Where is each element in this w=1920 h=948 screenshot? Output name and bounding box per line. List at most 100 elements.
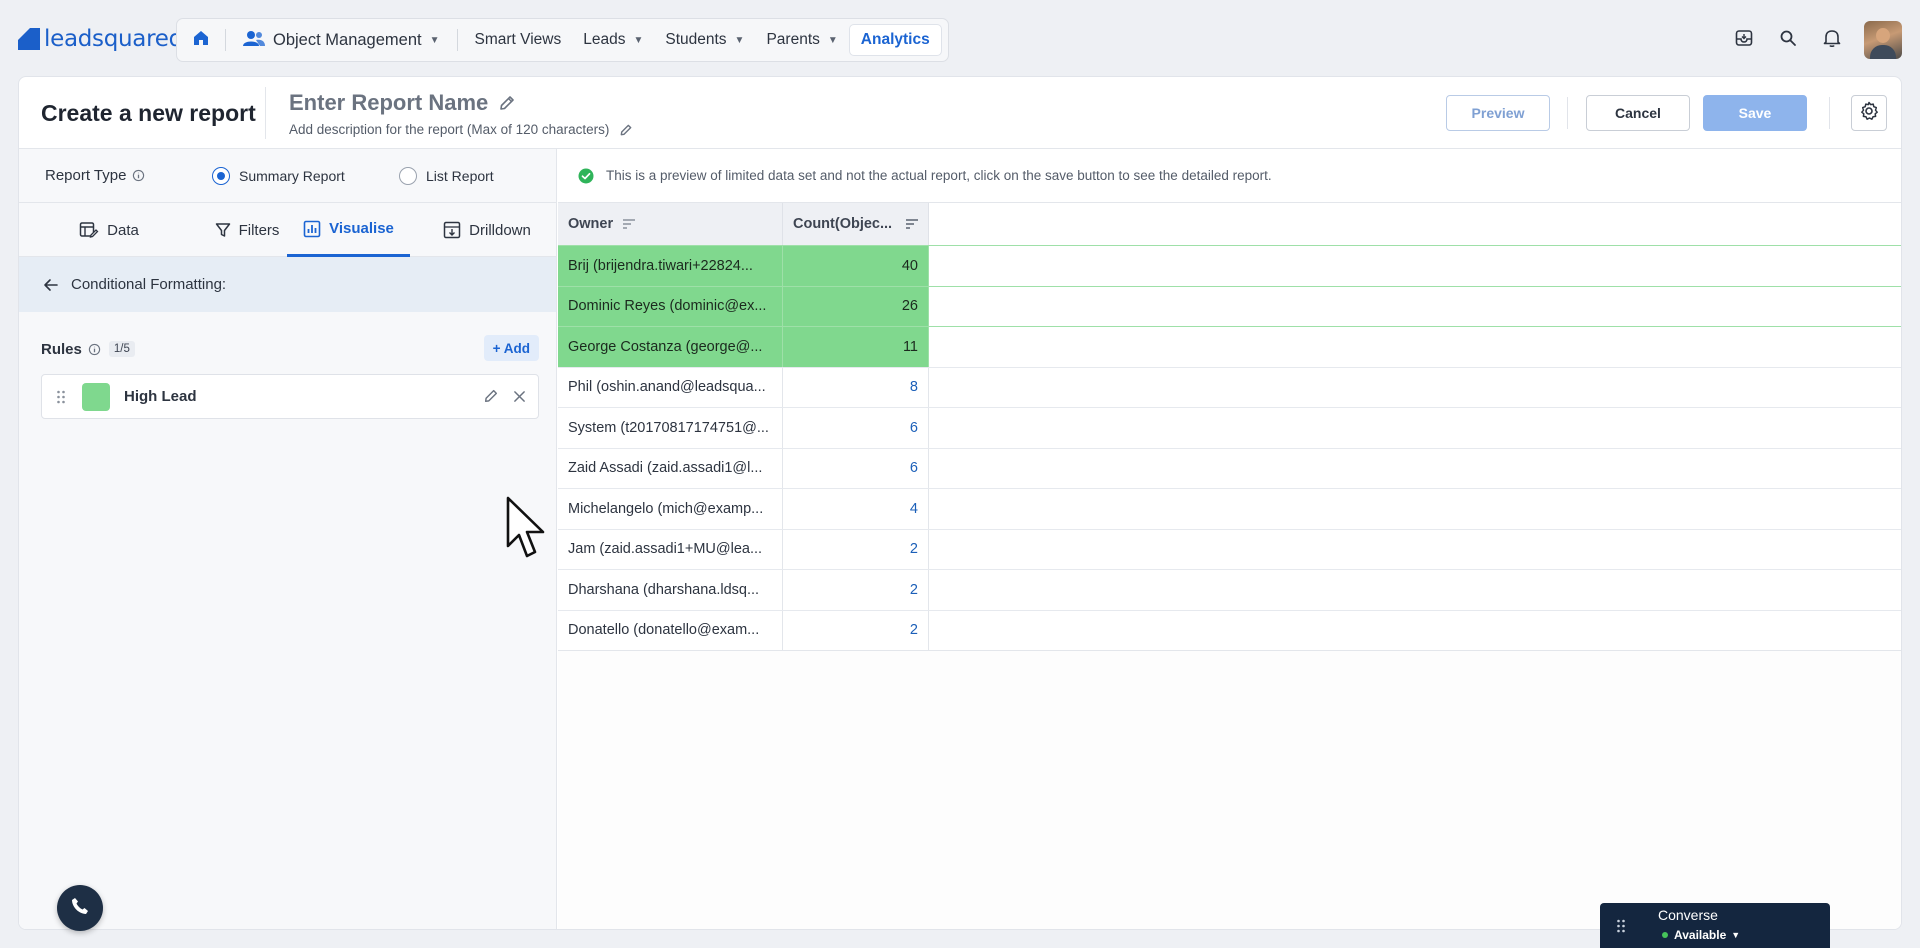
count-cell[interactable]: 6 bbox=[783, 448, 929, 488]
count-cell[interactable]: 8 bbox=[783, 367, 929, 407]
settings-button[interactable] bbox=[1851, 95, 1887, 131]
nav-leads[interactable]: Leads ▼ bbox=[572, 24, 654, 56]
count-cell[interactable]: 26 bbox=[783, 286, 929, 326]
nav-parents[interactable]: Parents ▼ bbox=[755, 24, 848, 56]
tab-drilldown[interactable]: Drilldown bbox=[427, 203, 547, 257]
call-button[interactable] bbox=[57, 885, 103, 931]
report-name-field[interactable]: Enter Report Name bbox=[289, 90, 516, 116]
table-row[interactable]: Donatello (donatello@exam... 2 bbox=[558, 609, 1901, 650]
tab-label: Data bbox=[107, 221, 139, 239]
nav-label: Students bbox=[665, 31, 727, 48]
cancel-button[interactable]: Cancel bbox=[1586, 95, 1690, 131]
rules-count-badge: 1/5 bbox=[108, 341, 135, 357]
chart-icon bbox=[303, 220, 321, 238]
nav-students[interactable]: Students ▼ bbox=[654, 24, 755, 56]
radio-label: Summary Report bbox=[239, 168, 345, 184]
tab-visualise[interactable]: Visualise bbox=[287, 203, 410, 257]
edit-pencil-icon[interactable] bbox=[619, 123, 633, 137]
nav-label: Smart Views bbox=[474, 31, 562, 48]
rules-header: Rules 1/5 + Add bbox=[41, 335, 539, 363]
close-icon[interactable] bbox=[513, 390, 526, 403]
main-nav-bar: Object Management ▼ Smart Views Leads ▼ … bbox=[176, 18, 949, 62]
preview-button[interactable]: Preview bbox=[1446, 95, 1550, 131]
nav-smart-views[interactable]: Smart Views bbox=[464, 24, 573, 56]
column-label: Owner bbox=[568, 216, 614, 232]
owner-cell: Donatello (donatello@exam... bbox=[558, 610, 783, 650]
conditional-formatting-bar: Conditional Formatting: bbox=[19, 257, 556, 312]
list-report-radio[interactable]: List Report bbox=[399, 167, 494, 185]
summary-report-radio[interactable]: Summary Report bbox=[212, 167, 345, 185]
column-header-count[interactable]: Count(Objec... bbox=[783, 203, 929, 245]
table-row[interactable]: System (t20170817174751@... 6 bbox=[558, 407, 1901, 448]
availability-status[interactable]: Available ▼ bbox=[1662, 928, 1740, 942]
converse-widget[interactable]: Converse Available ▼ bbox=[1600, 903, 1830, 948]
inbox-button[interactable] bbox=[1722, 18, 1766, 62]
check-circle-icon bbox=[578, 168, 594, 184]
edit-pencil-icon[interactable] bbox=[483, 388, 499, 404]
inbox-icon bbox=[1734, 28, 1754, 53]
save-button[interactable]: Save bbox=[1703, 95, 1807, 131]
table-body: Brij (brijendra.tiwari+22824... 40 Dominic… bbox=[558, 245, 1901, 650]
chevron-down-icon: ▼ bbox=[429, 34, 440, 46]
edit-pencil-icon[interactable] bbox=[498, 94, 516, 112]
count-cell[interactable]: 2 bbox=[783, 570, 929, 610]
add-rule-button[interactable]: + Add bbox=[483, 335, 539, 361]
rule-item[interactable]: High Lead bbox=[41, 374, 539, 419]
count-cell[interactable]: 4 bbox=[783, 489, 929, 529]
back-arrow-icon[interactable] bbox=[43, 278, 59, 292]
home-button[interactable] bbox=[183, 24, 219, 56]
converse-title: Converse bbox=[1658, 907, 1718, 923]
page-title: Create a new report bbox=[41, 100, 256, 126]
table-row[interactable]: Zaid Assadi (zaid.assadi1@l... 6 bbox=[558, 447, 1901, 488]
tab-data[interactable]: Data bbox=[49, 203, 169, 257]
top-right-actions bbox=[1722, 18, 1920, 62]
count-cell[interactable]: 2 bbox=[783, 529, 929, 569]
preview-panel: This is a preview of limited data set an… bbox=[558, 149, 1901, 929]
mouse-cursor-icon bbox=[506, 496, 548, 567]
drag-handle-icon[interactable] bbox=[56, 389, 66, 405]
logo-text: leadsquared bbox=[44, 26, 183, 52]
info-icon[interactable] bbox=[132, 169, 145, 182]
column-header-owner[interactable]: Owner bbox=[558, 203, 783, 245]
chevron-down-icon: ▼ bbox=[633, 34, 644, 46]
nav-object-management[interactable]: Object Management ▼ bbox=[232, 24, 451, 56]
column-label: Count(Objec... bbox=[793, 216, 893, 232]
table-row[interactable]: Michelangelo (mich@examp... 4 bbox=[558, 488, 1901, 529]
users-icon bbox=[243, 30, 265, 51]
info-icon[interactable] bbox=[88, 343, 101, 356]
drag-handle-icon[interactable] bbox=[1616, 918, 1626, 934]
chevron-down-icon: ▼ bbox=[1731, 930, 1741, 940]
table-row[interactable]: Phil (oshin.anand@leadsqua... 8 bbox=[558, 366, 1901, 407]
leadsquared-logo[interactable]: leadsquared bbox=[18, 26, 183, 52]
radio-unselected-icon bbox=[399, 167, 417, 185]
data-icon bbox=[79, 221, 99, 239]
table-row[interactable]: Dominic Reyes (dominic@ex... 26 bbox=[558, 285, 1901, 326]
report-builder-card: Create a new report Enter Report Name Ad… bbox=[18, 76, 1902, 930]
owner-cell: Dharshana (dharshana.ldsq... bbox=[558, 570, 783, 610]
owner-cell: System (t20170817174751@... bbox=[558, 408, 783, 448]
search-button[interactable] bbox=[1766, 18, 1810, 62]
table-row[interactable]: George Costanza (george@... 11 bbox=[558, 326, 1901, 367]
count-cell[interactable]: 6 bbox=[783, 408, 929, 448]
report-type-row: Report Type Summary Report List Report bbox=[19, 149, 556, 203]
preview-notice: This is a preview of limited data set an… bbox=[558, 149, 1901, 203]
tab-label: Drilldown bbox=[469, 221, 531, 239]
nav-label: Parents bbox=[766, 31, 820, 48]
filter-icon bbox=[215, 222, 231, 238]
sort-icon[interactable] bbox=[905, 218, 919, 230]
notice-text: This is a preview of limited data set an… bbox=[606, 168, 1272, 183]
nav-label: Analytics bbox=[860, 31, 930, 48]
owner-cell: Jam (zaid.assadi1+MU@lea... bbox=[558, 529, 783, 569]
table-row[interactable]: Dharshana (dharshana.ldsq... 2 bbox=[558, 569, 1901, 610]
report-description-field[interactable]: Add description for the report (Max of 1… bbox=[289, 122, 633, 137]
user-avatar[interactable] bbox=[1864, 21, 1902, 59]
table-row[interactable]: Jam (zaid.assadi1+MU@lea... 2 bbox=[558, 528, 1901, 569]
report-name-placeholder: Enter Report Name bbox=[289, 90, 489, 115]
count-cell[interactable]: 40 bbox=[783, 246, 929, 286]
count-cell[interactable]: 2 bbox=[783, 610, 929, 650]
sort-icon[interactable] bbox=[622, 218, 636, 230]
notifications-button[interactable] bbox=[1810, 18, 1854, 62]
table-row[interactable]: Brij (brijendra.tiwari+22824... 40 bbox=[558, 245, 1901, 286]
count-cell[interactable]: 11 bbox=[783, 327, 929, 367]
nav-analytics[interactable]: Analytics bbox=[848, 24, 942, 56]
